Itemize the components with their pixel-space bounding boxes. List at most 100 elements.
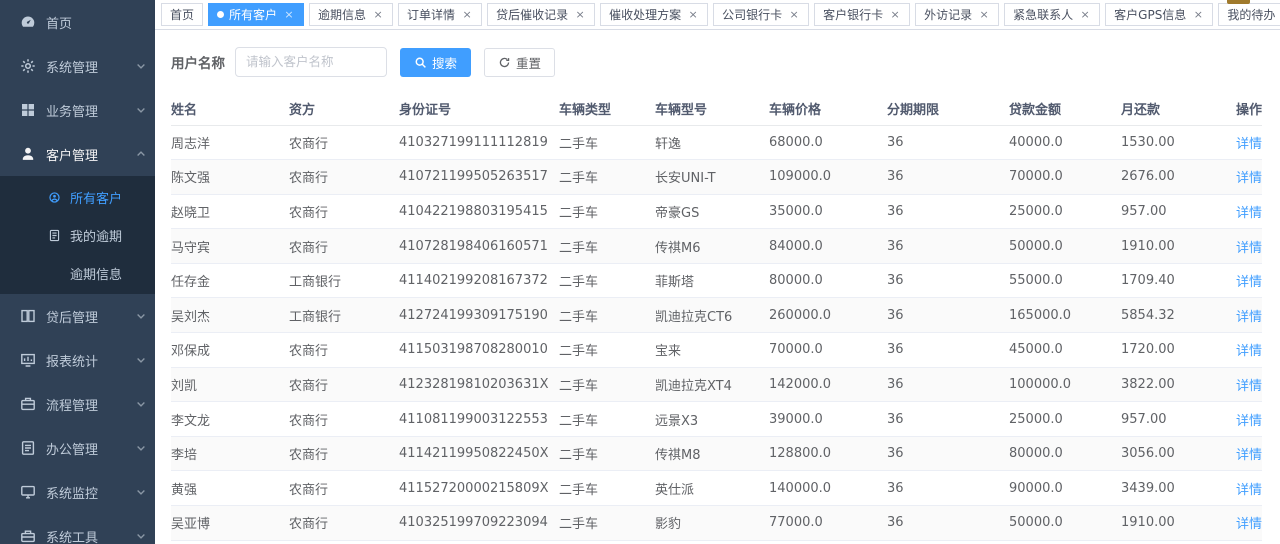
- table-cell: 二手车: [559, 125, 655, 160]
- sidebar-item-label: 办公管理: [46, 439, 135, 458]
- sidebar-subitem-label: 逾期信息: [70, 264, 122, 283]
- table-cell: 36: [887, 298, 1009, 333]
- tab-客户GPS信息[interactable]: 客户GPS信息×: [1105, 3, 1213, 26]
- search-bar: 用户名称 搜索 重置: [171, 46, 1262, 78]
- table-cell: 39000.0: [769, 402, 887, 437]
- search-button[interactable]: 搜索: [400, 48, 471, 77]
- table-cell-action: 详情: [1221, 540, 1262, 544]
- reset-button[interactable]: 重置: [484, 48, 555, 77]
- detail-link[interactable]: 详情: [1236, 414, 1262, 429]
- table-cell: 80000.0: [1009, 436, 1121, 471]
- detail-link[interactable]: 详情: [1236, 171, 1262, 186]
- table-cell: 50000.0: [1009, 229, 1121, 264]
- book-icon: [20, 308, 36, 324]
- table-cell: 1720.00: [1121, 333, 1221, 368]
- search-input[interactable]: [235, 47, 387, 77]
- table-cell: 410000000000000000: [399, 540, 559, 544]
- tab-订单详情[interactable]: 订单详情×: [398, 3, 482, 26]
- table-cell: 二手车: [559, 298, 655, 333]
- tab-label: 紧急联系人: [1013, 6, 1073, 23]
- close-icon[interactable]: ×: [372, 9, 384, 21]
- table-cell-action: 详情: [1221, 160, 1262, 195]
- table-cell: 3822.00: [1121, 367, 1221, 402]
- tab-label: 所有客户: [229, 6, 277, 23]
- detail-link[interactable]: 详情: [1236, 206, 1262, 221]
- table-cell: 411503198708280010: [399, 333, 559, 368]
- sidebar-item-system-mgmt[interactable]: 系统管理: [0, 44, 155, 88]
- sidebar-item-customer-mgmt[interactable]: 客户管理: [0, 132, 155, 176]
- table-cell-action: 详情: [1221, 229, 1262, 264]
- detail-link[interactable]: 详情: [1236, 379, 1262, 394]
- table-row: 吴亚博农商行410325199709223094二手车影豹77000.03650…: [171, 506, 1262, 541]
- sidebar-item-home[interactable]: 首页: [0, 0, 155, 44]
- sidebar-subitem-label: 我的逾期: [70, 226, 122, 245]
- table-cell: 二手车: [559, 540, 655, 544]
- detail-link[interactable]: 详情: [1236, 310, 1262, 325]
- detail-link[interactable]: 详情: [1236, 517, 1262, 532]
- tab-紧急联系人[interactable]: 紧急联系人 ×: [1004, 3, 1100, 26]
- tab-贷后催收记录[interactable]: 贷后催收记录×: [487, 3, 595, 26]
- table-cell: 128800.0: [769, 436, 887, 471]
- detail-link[interactable]: 详情: [1236, 483, 1262, 498]
- avatar[interactable]: [1227, 0, 1250, 4]
- sidebar-subitem-all-customers[interactable]: 所有客户: [0, 178, 155, 216]
- table-cell: 菲斯塔: [655, 263, 769, 298]
- tab-客户银行卡[interactable]: 客户银行卡×: [814, 3, 910, 26]
- tab-首页[interactable]: 首页: [161, 3, 203, 26]
- detail-link[interactable]: 详情: [1236, 344, 1262, 359]
- table-cell: 二手车: [559, 367, 655, 402]
- grid-icon: [20, 102, 36, 118]
- detail-link[interactable]: 详情: [1236, 448, 1262, 463]
- close-icon[interactable]: ×: [687, 9, 699, 21]
- tab-label: 催收处理方案: [609, 6, 681, 23]
- close-icon[interactable]: ×: [574, 9, 586, 21]
- monitor-icon: [20, 484, 36, 500]
- close-icon[interactable]: ×: [1192, 9, 1204, 21]
- tab-所有客户[interactable]: 所有客户 ×: [208, 3, 304, 26]
- table-cell: 影豹: [655, 506, 769, 541]
- column-header: 分期期限: [887, 92, 1009, 125]
- detail-link[interactable]: 详情: [1236, 241, 1262, 256]
- tab-外访记录[interactable]: 外访记录×: [915, 3, 999, 26]
- table-cell: 二手车: [559, 471, 655, 506]
- table-cell: 36: [887, 160, 1009, 195]
- sidebar: 首页系统管理业务管理客户管理所有客户我的逾期逾期信息贷后管理报表统计流程管理办公…: [0, 0, 155, 544]
- table-cell: 25000.0: [1009, 402, 1121, 437]
- sidebar-subitem-my-overdue[interactable]: 我的逾期: [0, 216, 155, 254]
- close-icon[interactable]: ×: [1079, 9, 1091, 21]
- tab-催收处理方案[interactable]: 催收处理方案 ×: [600, 3, 708, 26]
- chevron-down-icon: [135, 398, 147, 410]
- tab-我的待办[interactable]: 我的待办×: [1218, 3, 1280, 26]
- table-cell: 957.00: [1121, 194, 1221, 229]
- sidebar-item-system-monitor[interactable]: 系统监控: [0, 470, 155, 514]
- table-cell: 王晓伟: [171, 540, 289, 544]
- sidebar-item-office-mgmt[interactable]: 办公管理: [0, 426, 155, 470]
- table-cell: 二手车: [559, 263, 655, 298]
- detail-link[interactable]: 详情: [1236, 137, 1262, 152]
- sidebar-item-business-mgmt[interactable]: 业务管理: [0, 88, 155, 132]
- close-icon[interactable]: ×: [283, 9, 295, 21]
- tab-公司银行卡[interactable]: 公司银行卡×: [713, 3, 809, 26]
- column-header: 操作: [1221, 92, 1262, 125]
- detail-link[interactable]: 详情: [1236, 275, 1262, 290]
- close-icon[interactable]: ×: [978, 9, 990, 21]
- sidebar-item-system-tools[interactable]: 系统工具: [0, 514, 155, 544]
- sidebar-subitem-overdue-info[interactable]: 逾期信息: [0, 254, 155, 292]
- close-icon[interactable]: ×: [788, 9, 800, 21]
- table-cell: 二手车: [559, 506, 655, 541]
- close-icon[interactable]: ×: [889, 9, 901, 21]
- table-cell: 农商行: [289, 540, 399, 544]
- table-row: 王晓伟农商行410000000000000000二手车轩逸88000.03650…: [171, 540, 1262, 544]
- table-cell: 68000.0: [769, 125, 887, 160]
- table-cell: 40000.0: [1009, 125, 1121, 160]
- tab-逾期信息[interactable]: 逾期信息×: [309, 3, 393, 26]
- table-cell: 36: [887, 229, 1009, 264]
- sidebar-item-label: 客户管理: [46, 145, 135, 164]
- close-icon[interactable]: ×: [461, 9, 473, 21]
- sidebar-item-process-mgmt[interactable]: 流程管理: [0, 382, 155, 426]
- table-cell: 1910.00: [1121, 506, 1221, 541]
- sidebar-item-report-stats[interactable]: 报表统计: [0, 338, 155, 382]
- table-cell: 凯迪拉克CT6: [655, 298, 769, 333]
- sidebar-item-postloan-mgmt[interactable]: 贷后管理: [0, 294, 155, 338]
- table-cell: 农商行: [289, 436, 399, 471]
